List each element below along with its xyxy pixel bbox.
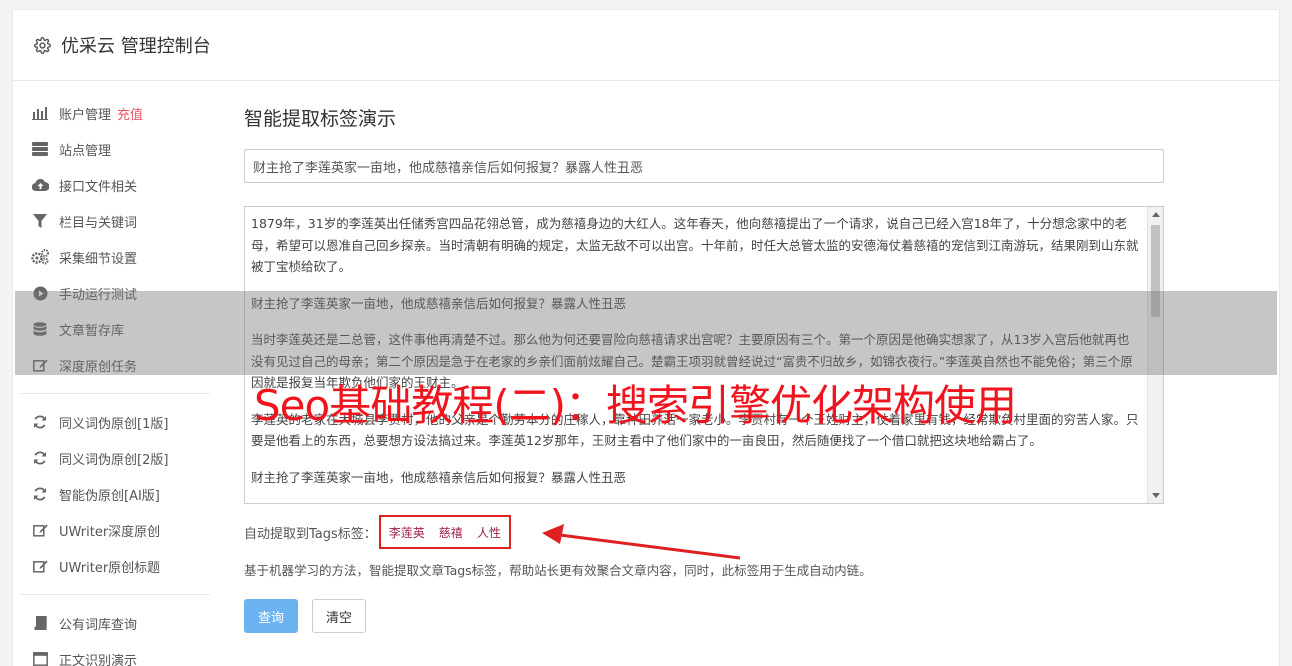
sidebar-item[interactable]: 栏目与关键词 (20, 203, 210, 239)
refresh-icon (31, 414, 49, 430)
refresh-icon (31, 486, 49, 502)
scroll-up-icon[interactable] (1152, 212, 1160, 217)
recharge-link[interactable]: 充值 (117, 104, 143, 123)
sidebar-item-label: UWriter深度原创 (59, 524, 161, 540)
edit-icon (31, 558, 49, 574)
scroll-down-icon[interactable] (1152, 493, 1160, 498)
arrow-annotation-icon (542, 524, 741, 560)
button-row: 查询 清空 (244, 599, 1164, 633)
query-button[interactable]: 查询 (244, 599, 298, 633)
sidebar-item[interactable]: 正文识别演示 (20, 641, 210, 666)
filter-icon (31, 213, 49, 229)
sidebar-item[interactable]: 智能伪原创[AI版] (20, 476, 210, 512)
sidebar-item-label: UWriter原创标题 (59, 560, 161, 576)
sidebar-item[interactable]: 账户管理 充值 (20, 95, 210, 131)
gears-icon (31, 249, 49, 265)
sidebar-item[interactable]: 公有词库查询 (20, 605, 210, 641)
tag-chip[interactable]: 李莲英 (389, 524, 425, 541)
sidebar-item[interactable]: 采集细节设置 (20, 239, 210, 275)
sidebar-item-label: 栏目与关键词 (59, 215, 138, 231)
sidebar-item[interactable]: 同义词伪原创[1版] (20, 404, 210, 440)
refresh-icon (31, 450, 49, 466)
sidebar-item-label: 账户管理 (59, 107, 112, 123)
bar-chart-icon (31, 105, 49, 121)
window-icon (31, 651, 49, 666)
content-paragraph: 1879年，31岁的李莲英出任储秀宫四品花翎总管，成为慈禧身边的大红人。这年春天… (251, 216, 1139, 274)
sidebar-divider (20, 594, 210, 595)
sidebar-item[interactable]: UWriter原创标题 (20, 548, 210, 584)
sidebar-item-label: 同义词伪原创[2版] (59, 452, 169, 468)
page-title: 优采云 管理控制台 (61, 36, 211, 57)
edit-icon (31, 522, 49, 538)
section-heading: 智能提取标签演示 (244, 108, 397, 130)
sidebar-item-label: 智能伪原创[AI版] (59, 488, 160, 504)
sidebar-item-label: 接口文件相关 (59, 179, 138, 195)
sidebar-item[interactable]: 站点管理 (20, 131, 210, 167)
sidebar-item-label: 同义词伪原创[1版] (59, 416, 169, 432)
sidebar-item-label: 站点管理 (59, 143, 112, 159)
sidebar-divider (20, 393, 210, 394)
cloud-upload-icon (31, 177, 49, 193)
sidebar-item-label: 正文识别演示 (59, 653, 138, 666)
sidebar-item-label: 采集细节设置 (59, 251, 138, 267)
sidebar: 账户管理 充值 站点管理 接口文件相关 栏目与关键词 采集细节设置 手动运行测试 文章暂存库深… (20, 95, 210, 666)
tag-chip[interactable]: 慈禧 (439, 524, 463, 541)
panel-header: 优采云 管理控制台 (13, 10, 1279, 81)
tag-chip[interactable]: 人性 (477, 524, 501, 541)
title-input[interactable]: 财主抢了李莲英家一亩地，他成慈禧亲信后如何报复？暴露人性丑恶 (244, 149, 1164, 183)
server-icon (31, 141, 49, 157)
overlay-caption: Seo基础教程(二)：搜索引擎优化架构使用 (254, 381, 1017, 430)
content-paragraph: 财主抢了李莲英家一亩地，他成慈禧亲信后如何报复？暴露人性丑恶 (251, 469, 627, 485)
tags-box: 李莲英 慈禧 人性 (378, 515, 511, 549)
sidebar-item[interactable]: 同义词伪原创[2版] (20, 440, 210, 476)
overlay-band (15, 291, 1277, 375)
sidebar-item[interactable]: 接口文件相关 (20, 167, 210, 203)
tags-label: 自动提取到Tags标签： (244, 526, 377, 542)
sidebar-item-label: 公有词库查询 (59, 617, 138, 633)
clear-button[interactable]: 清空 (312, 599, 366, 633)
sidebar-item[interactable]: UWriter深度原创 (20, 512, 210, 548)
book-icon (31, 615, 49, 631)
gear-icon (33, 36, 51, 54)
